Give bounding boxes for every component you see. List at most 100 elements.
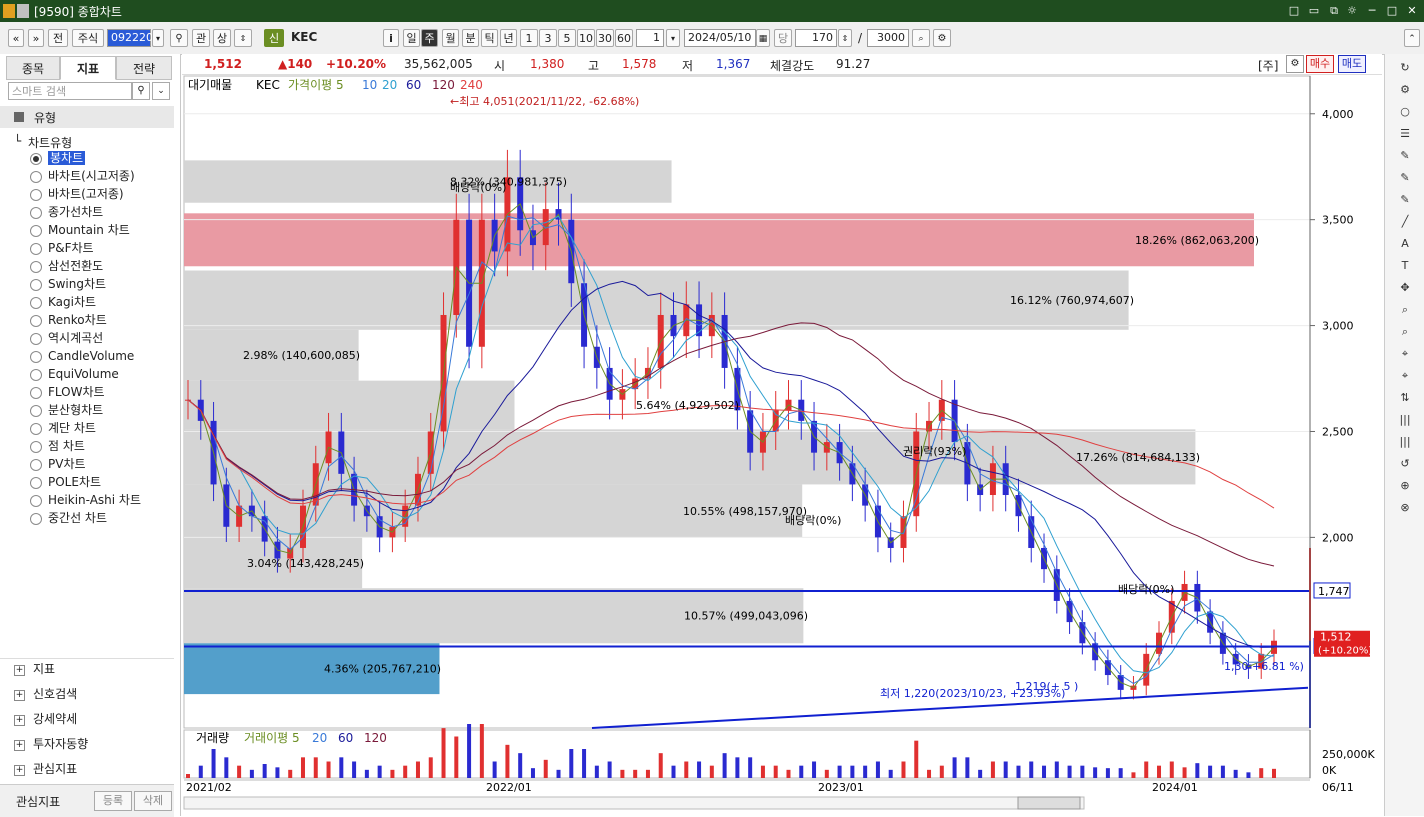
volume-bar	[1259, 768, 1264, 778]
volume-bar	[1093, 767, 1098, 778]
volume-bar	[812, 761, 817, 778]
volume-bar	[467, 724, 472, 778]
dividend-annotation: 배당락(0%)	[1118, 583, 1174, 596]
volume-bar	[441, 728, 446, 778]
volume-bar	[1144, 761, 1149, 778]
x-tick-label: 2024/01	[1152, 781, 1198, 794]
legend-item: 가격이평 5	[288, 78, 344, 92]
volume-bar	[633, 769, 638, 778]
volume-bar	[288, 769, 293, 778]
volume-bar	[1272, 768, 1276, 778]
drawing-tool-12-icon[interactable]: ⌕	[1397, 324, 1413, 340]
volume-bar	[735, 757, 740, 778]
volume-bar	[965, 757, 970, 778]
band-label: 5.64% (4,929,502)	[636, 399, 739, 412]
volume-bar	[198, 765, 203, 778]
volume-bar	[518, 753, 523, 778]
volume-bar	[927, 769, 932, 778]
drawing-tool-2-icon[interactable]: ○	[1397, 104, 1413, 120]
drawing-tool-5-icon[interactable]: ✎	[1397, 170, 1413, 186]
legend-item: 120	[432, 78, 455, 92]
drawing-tool-4-icon[interactable]: ✎	[1397, 148, 1413, 164]
volume-bar	[479, 724, 484, 778]
volume-tick-label: 0K	[1322, 764, 1337, 777]
volume-bar	[364, 769, 369, 778]
band-label: 2.98% (140,600,085)	[243, 349, 360, 362]
drawing-tool-11-icon[interactable]: ⌕	[1397, 302, 1413, 318]
band-label: 18.26% (862,063,200)	[1135, 234, 1259, 247]
drawing-tool-20-icon[interactable]: ⊗	[1397, 500, 1413, 516]
max-annotation: ←최고 4,051(2021/11/22, -62.68%)	[450, 95, 639, 108]
drawing-tool-8-icon[interactable]: A	[1397, 236, 1413, 252]
volume-bar	[1220, 765, 1225, 778]
drawing-tool-15-icon[interactable]: ⇅	[1397, 390, 1413, 406]
volume-bar	[760, 765, 765, 778]
drawing-tool-6-icon[interactable]: ✎	[1397, 192, 1413, 208]
volume-bar	[1157, 765, 1162, 778]
volume-bar	[1169, 761, 1174, 778]
drawing-tool-14-icon[interactable]: ⌖	[1397, 368, 1413, 384]
volume-bar	[1054, 761, 1059, 778]
drawing-tool-3-icon[interactable]: ☰	[1397, 126, 1413, 142]
volume-pane: 거래량 거래이평 5 20 60 120 250,000K 0K	[183, 724, 1375, 779]
volume-bar	[684, 761, 689, 778]
y-tick-label: 2,000	[1322, 531, 1354, 544]
volume-bar	[850, 765, 855, 778]
last-pct-tag-label: (+10.20%)	[1318, 646, 1372, 657]
volume-bar	[990, 761, 995, 778]
volume-bar	[352, 761, 357, 778]
volume-bar	[709, 765, 714, 778]
volume-bar	[1029, 761, 1034, 778]
volume-bar	[556, 769, 561, 778]
drawing-tool-1-icon[interactable]: ⚙	[1397, 82, 1413, 98]
drawing-tool-0-icon[interactable]: ↻	[1397, 60, 1413, 76]
last-price-tag-label: 1,512	[1320, 631, 1352, 644]
volume-bar	[645, 769, 650, 778]
drawing-tool-13-icon[interactable]: ⌖	[1397, 346, 1413, 362]
drawing-tool-18-icon[interactable]: ↺	[1397, 456, 1413, 472]
drawing-toolbar: ↻ ⚙ ○ ☰ ✎ ✎ ✎ ╱ A T ✥ ⌕ ⌕ ⌖ ⌖ ⇅ ||| ||| ↺ ⊕ ⊗	[1384, 54, 1424, 816]
volume-bar	[543, 759, 548, 778]
drawing-tool-10-icon[interactable]: ✥	[1397, 280, 1413, 296]
rights-annotation: 권리락(93%)	[903, 445, 966, 458]
volume-bar	[748, 757, 753, 778]
volume-bar	[339, 757, 344, 778]
volume-bar	[1233, 769, 1238, 778]
volume-bar	[237, 765, 242, 778]
trend-annotation: 1,30 +6.81 %)	[1224, 660, 1304, 673]
band-label: 17.26% (814,684,133)	[1076, 451, 1200, 464]
volume-bar	[1016, 765, 1021, 778]
volume-bar	[186, 774, 190, 778]
band-label: 4.36% (205,767,210)	[324, 663, 441, 676]
drawing-tool-7-icon[interactable]: ╱	[1397, 214, 1413, 230]
volume-bar	[530, 768, 535, 778]
volume-bar	[697, 761, 702, 778]
chart-scrollbar	[183, 796, 1085, 810]
volume-legend-item: 60	[338, 731, 353, 745]
price-line-tag-label: 1,747	[1318, 585, 1350, 598]
drawing-tool-19-icon[interactable]: ⊕	[1397, 478, 1413, 494]
volume-bar	[492, 761, 497, 778]
legend-item: 240	[460, 78, 483, 92]
x-tick-label: 06/11	[1322, 781, 1354, 794]
y-tick-label: 2,500	[1322, 425, 1354, 438]
volume-bar	[594, 765, 599, 778]
volume-bar	[403, 765, 408, 778]
drawing-tool-9-icon[interactable]: T	[1397, 258, 1413, 274]
volume-bar	[377, 765, 382, 778]
band-label: 10.57% (499,043,096)	[684, 610, 808, 623]
volume-bar	[300, 757, 305, 778]
trend-annotation: 1,219(+ 5 )	[1015, 680, 1078, 693]
volume-bar	[1067, 765, 1072, 778]
volume-bar	[224, 757, 229, 778]
drawing-tool-17-icon[interactable]: |||	[1397, 434, 1413, 450]
volume-bar	[505, 744, 510, 778]
chart-canvas[interactable]: 대기매물KEC가격이평 51020601202401,7471,4851,512…	[0, 0, 1424, 816]
volume-bar	[1131, 772, 1136, 778]
volume-bar	[454, 736, 459, 778]
band-label: 16.12% (760,974,607)	[1010, 294, 1134, 307]
volume-bar	[773, 765, 778, 778]
volume-bar	[262, 764, 267, 778]
volume-tick-label: 250,000K	[1322, 748, 1375, 761]
drawing-tool-16-icon[interactable]: |||	[1397, 412, 1413, 428]
